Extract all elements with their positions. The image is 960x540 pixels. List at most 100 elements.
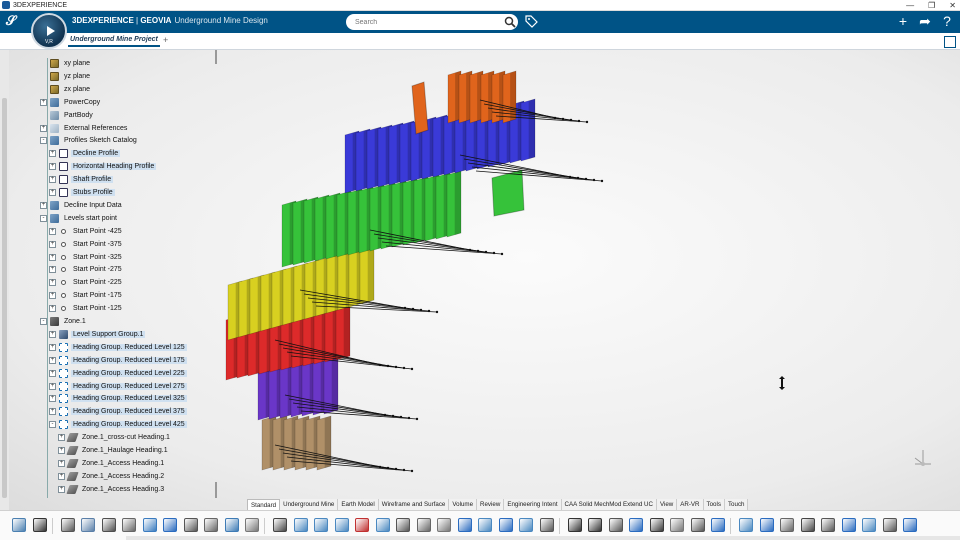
expand-icon[interactable]: +	[49, 150, 56, 158]
copy-icon[interactable]	[81, 518, 95, 532]
expand-icon[interactable]: +	[49, 356, 56, 364]
expand-icon[interactable]: +	[49, 189, 56, 196]
globe-icon[interactable]	[142, 518, 157, 532]
tree-node[interactable]: - Heading Group. Reduced Level 425	[49, 419, 187, 430]
tree-scrollbar[interactable]	[0, 50, 9, 510]
expand-icon[interactable]: +	[58, 447, 65, 454]
expand-icon[interactable]: +	[49, 305, 56, 313]
box-icon[interactable]	[903, 518, 917, 532]
view2-icon[interactable]	[739, 518, 753, 532]
collapse-icon[interactable]: -	[40, 137, 47, 145]
expand-icon[interactable]: +	[49, 176, 56, 184]
section-tab[interactable]: Review	[477, 499, 505, 510]
section-tab[interactable]: AR-VR	[677, 499, 704, 510]
close-button[interactable]: ✕	[949, 0, 956, 11]
settings-icon[interactable]	[780, 518, 794, 532]
compass-tool-icon[interactable]	[245, 518, 259, 532]
expand-icon[interactable]: +	[49, 292, 56, 300]
frame-icon[interactable]	[396, 518, 410, 532]
robot-axis-icon[interactable]	[911, 446, 935, 468]
tree-node[interactable]: + Stubs Profile	[49, 187, 115, 198]
expand-icon[interactable]: +	[49, 163, 56, 171]
tree-node[interactable]: + Zone.1_cross-cut Heading.1	[58, 432, 172, 443]
wand-icon[interactable]	[588, 518, 602, 532]
section-tab[interactable]: Wireframe and Surface	[378, 499, 450, 510]
band-tan[interactable]	[261, 415, 332, 471]
arrow-icon[interactable]	[841, 518, 856, 532]
check-icon[interactable]	[649, 518, 664, 532]
grid-icon[interactable]	[539, 518, 554, 532]
tree-node[interactable]: zx plane	[40, 84, 92, 95]
tree-node[interactable]: xy plane	[40, 58, 92, 69]
green-side-block[interactable]	[491, 169, 525, 217]
split-icon[interactable]	[478, 518, 492, 532]
tree-node[interactable]: + Start Point -225	[49, 277, 124, 288]
expand-icon[interactable]: +	[49, 240, 56, 248]
section-tab[interactable]: Touch	[724, 499, 749, 510]
filter-icon[interactable]	[821, 518, 835, 532]
expand-icon[interactable]: +	[49, 382, 56, 390]
tree-node[interactable]: + Start Point -425	[49, 226, 124, 237]
expand-icon[interactable]: +	[58, 485, 65, 493]
tree-node[interactable]: + Heading Group. Reduced Level 375	[49, 406, 187, 417]
section-tab[interactable]: Volume	[449, 499, 478, 510]
search-input[interactable]	[346, 14, 518, 30]
tree-node[interactable]: + External References	[40, 123, 129, 134]
tree-node[interactable]: - Levels start point	[40, 213, 119, 224]
add-icon[interactable]: +	[896, 14, 910, 28]
tree-node[interactable]: + Heading Group. Reduced Level 225	[49, 368, 187, 379]
save-icon[interactable]	[101, 518, 116, 532]
star-icon[interactable]	[163, 518, 177, 532]
tree-node[interactable]: - Profiles Sketch Catalog	[40, 135, 139, 146]
replace-icon[interactable]	[457, 518, 472, 532]
tree-node[interactable]: + Start Point -175	[49, 290, 124, 301]
tree-node[interactable]: + Zone.1_Haulage Heading.1	[58, 445, 170, 456]
cube-icon[interactable]	[293, 518, 308, 532]
expand-icon[interactable]: +	[58, 472, 65, 480]
join-icon[interactable]	[498, 518, 513, 532]
cube-pin-icon[interactable]	[375, 518, 390, 532]
expand-icon[interactable]: +	[58, 459, 65, 467]
collapse-icon[interactable]: -	[40, 318, 47, 325]
tree-node[interactable]: + Heading Group. Reduced Level 125	[49, 342, 187, 353]
tree-node[interactable]: + Zone.1_Access Heading.2	[58, 471, 166, 482]
help-icon[interactable]: ?	[940, 14, 954, 28]
section-tab[interactable]: Underground Mine	[280, 499, 339, 510]
tree-bottom-handle[interactable]	[215, 482, 217, 498]
search-icon[interactable]	[504, 16, 516, 28]
tree-node[interactable]: + Heading Group. Reduced Level 325	[49, 393, 187, 404]
section-tab[interactable]: View	[656, 499, 678, 510]
extract-icon[interactable]	[519, 518, 533, 532]
tree-node[interactable]: PartBody	[40, 110, 95, 121]
tree-node[interactable]: + Zone.1_Access Heading.1	[58, 458, 166, 469]
print-icon[interactable]	[60, 518, 75, 532]
expand-icon[interactable]: +	[49, 253, 56, 261]
view-icon[interactable]	[711, 518, 725, 532]
sketch-tool-icon[interactable]	[416, 518, 431, 532]
pen-icon[interactable]	[759, 518, 774, 532]
tree-node[interactable]: + Start Point -125	[49, 303, 124, 314]
tag-icon[interactable]	[525, 15, 538, 28]
minimize-button[interactable]: —	[906, 0, 914, 11]
section-tab[interactable]: Tools	[703, 499, 725, 510]
expand-icon[interactable]: +	[49, 343, 56, 351]
maximize-button[interactable]: ❐	[928, 0, 935, 11]
measure-icon[interactable]	[670, 518, 684, 532]
expand-icon[interactable]: +	[49, 266, 56, 274]
pin-icon[interactable]	[355, 518, 369, 532]
camera-icon[interactable]	[800, 518, 815, 532]
compass-icon[interactable]: V,R	[31, 13, 67, 49]
tree-top-handle[interactable]	[215, 50, 217, 64]
tree-node[interactable]: + Heading Group. Reduced Level 175	[49, 355, 187, 366]
band-orange[interactable]	[447, 70, 517, 124]
expand-icon[interactable]: +	[49, 227, 56, 235]
share-icon[interactable]: ➦	[918, 14, 932, 28]
paste-icon[interactable]	[122, 518, 136, 532]
table2-icon[interactable]	[608, 518, 623, 532]
tree-node[interactable]: yz plane	[40, 71, 92, 82]
tree-node[interactable]: + Start Point -375	[49, 239, 124, 250]
add-tab-button[interactable]: +	[163, 35, 168, 45]
tree-node[interactable]: + Shaft Profile	[49, 174, 114, 185]
action-bar-scrollbar[interactable]	[126, 536, 960, 540]
tree-node[interactable]: + Start Point -275	[49, 264, 124, 275]
